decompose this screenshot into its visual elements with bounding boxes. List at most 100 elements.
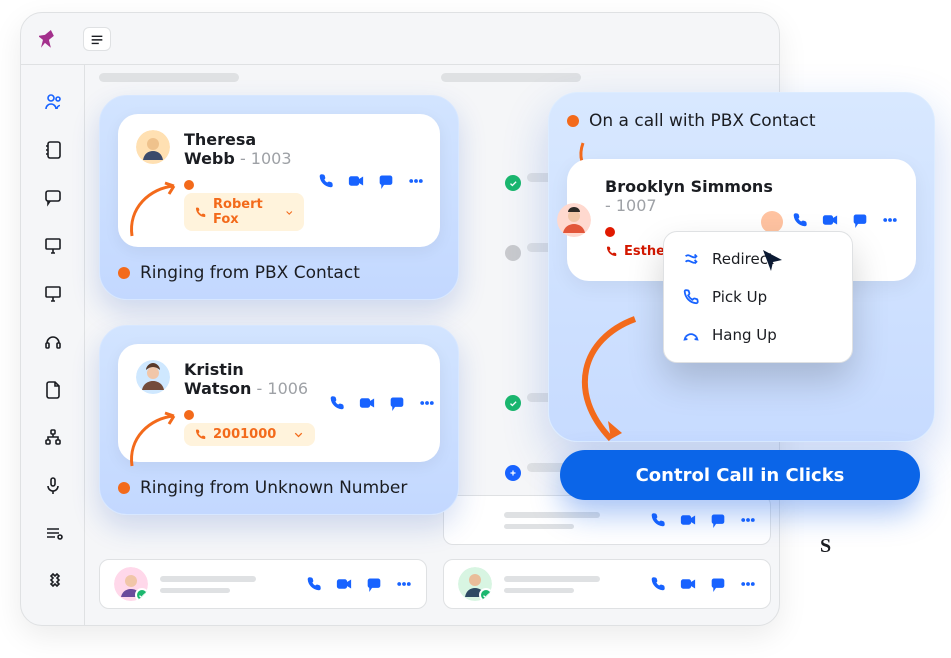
presence-badge-online: [135, 588, 148, 601]
status-dot-oncall: [605, 227, 615, 237]
more-icon[interactable]: [408, 173, 424, 189]
phone-icon: [682, 288, 700, 306]
video-icon[interactable]: [359, 395, 375, 411]
avatar: [458, 567, 492, 601]
status-pip-add: [505, 465, 521, 481]
call-icon[interactable]: [792, 212, 808, 228]
annotation-dot: [118, 267, 130, 279]
more-icon[interactable]: [882, 212, 898, 228]
contact-name: Brooklyn Simmons: [605, 177, 773, 196]
call-icon[interactable]: [318, 173, 334, 189]
chat-icon[interactable]: [366, 576, 382, 592]
menu-item-hangup[interactable]: Hang Up: [670, 316, 846, 354]
more-icon[interactable]: [396, 576, 412, 592]
sidebar-item-extension[interactable]: [39, 567, 67, 595]
avatar: [136, 130, 170, 164]
card-ringing-unknown: Kristin Watson - 1006 2001000: [99, 325, 459, 515]
menu-item-pickup[interactable]: Pick Up: [670, 278, 846, 316]
topbar: [21, 13, 779, 65]
annotation-dot: [118, 482, 130, 494]
contact-ext: - 1003: [240, 149, 292, 168]
menu-item-redirect[interactable]: Redirect: [670, 240, 846, 278]
annotation-text: Ringing from Unknown Number: [140, 478, 407, 498]
sidebar-item-monitor-b[interactable]: [39, 279, 67, 307]
chevron-down-icon: [284, 206, 295, 219]
status-dot-ringing: [184, 410, 194, 420]
caller-number: 2001000: [213, 427, 276, 442]
contact-card[interactable]: Theresa Webb - 1003 Robert Fox: [118, 114, 440, 247]
caller-chip[interactable]: 2001000: [184, 423, 315, 446]
more-icon[interactable]: [740, 576, 756, 592]
redirect-icon: [682, 250, 700, 268]
sidebar-item-mic[interactable]: [39, 471, 67, 499]
card-ringing-pbx: Theresa Webb - 1003 Robert Fox: [99, 95, 459, 300]
call-icon[interactable]: [329, 395, 345, 411]
skeleton: [99, 73, 239, 82]
call-icon[interactable]: [306, 576, 322, 592]
card-annotation: Ringing from PBX Contact: [118, 263, 440, 283]
cta-banner[interactable]: Control Call in Clicks: [560, 450, 920, 500]
sidebar-item-headset[interactable]: [39, 327, 67, 355]
menu-item-label: Hang Up: [712, 326, 777, 344]
sidebar-item-org[interactable]: [39, 423, 67, 451]
sidebar-item-recent[interactable]: [39, 519, 67, 547]
sidebar-item-doc[interactable]: [39, 375, 67, 403]
phone-icon: [194, 206, 207, 219]
sidebar-item-chat[interactable]: [39, 183, 67, 211]
skeleton-lines: [504, 512, 638, 529]
video-icon[interactable]: [680, 576, 696, 592]
cursor-icon: [760, 248, 786, 274]
card-annotation: On a call with PBX Contact: [567, 111, 916, 131]
sidebar-item-contacts[interactable]: [39, 135, 67, 163]
contact-name: Kristin Watson: [184, 360, 251, 398]
video-icon[interactable]: [336, 576, 352, 592]
contact-card[interactable]: Brooklyn Simmons - 1007 Esther Howard: [567, 159, 916, 281]
caller-chip[interactable]: Robert Fox: [184, 193, 304, 231]
chat-icon[interactable]: [710, 512, 726, 528]
chat-icon[interactable]: [852, 212, 868, 228]
contact-row[interactable]: [443, 559, 771, 609]
video-icon[interactable]: [822, 212, 838, 228]
call-icon[interactable]: [650, 576, 666, 592]
decorative-mark: S: [820, 535, 831, 558]
call-icon[interactable]: [650, 512, 666, 528]
more-icon[interactable]: [740, 512, 756, 528]
contact-ext: - 1006: [257, 379, 309, 398]
menu-item-label: Pick Up: [712, 288, 767, 306]
sidebar-item-people[interactable]: [39, 87, 67, 115]
avatar: [114, 567, 148, 601]
status-pip-online: [505, 395, 521, 411]
annotation-text: Ringing from PBX Contact: [140, 263, 360, 283]
card-annotation: Ringing from Unknown Number: [118, 478, 440, 498]
skeleton-lines: [160, 576, 294, 593]
call-actions-menu: Redirect Pick Up Hang Up: [663, 231, 853, 363]
contact-ext: - 1007: [605, 196, 657, 215]
presence-badge-online: [479, 588, 492, 601]
chat-icon[interactable]: [378, 173, 394, 189]
sidebar-item-monitor-a[interactable]: [39, 231, 67, 259]
contact-row[interactable]: [99, 559, 427, 609]
avatar: [136, 360, 170, 394]
video-icon[interactable]: [680, 512, 696, 528]
caller-name: Robert Fox: [213, 197, 278, 227]
more-icon[interactable]: [419, 395, 435, 411]
contact-card[interactable]: Kristin Watson - 1006 2001000: [118, 344, 440, 462]
status-pip-online: [505, 175, 521, 191]
phone-icon: [605, 245, 618, 258]
annotation-dot: [567, 115, 579, 127]
app-logo: [37, 26, 63, 52]
contact-row[interactable]: [443, 495, 771, 545]
avatar: [458, 503, 492, 537]
phone-icon: [194, 428, 207, 441]
hangup-icon: [682, 326, 700, 344]
chat-icon[interactable]: [710, 576, 726, 592]
menu-toggle-button[interactable]: [83, 27, 111, 51]
chat-icon[interactable]: [389, 395, 405, 411]
status-dot-ringing: [184, 180, 194, 190]
skeleton: [441, 73, 581, 82]
video-icon[interactable]: [348, 173, 364, 189]
avatar: [557, 203, 591, 237]
cta-label: Control Call in Clicks: [636, 465, 845, 486]
sidebar: [21, 65, 85, 625]
annotation-text: On a call with PBX Contact: [589, 111, 816, 131]
